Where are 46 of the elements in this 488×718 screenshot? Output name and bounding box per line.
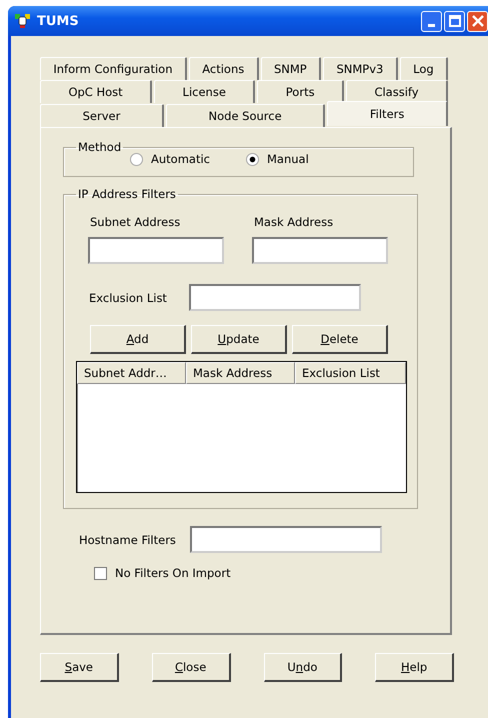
tab[interactable]: Server	[40, 104, 164, 127]
tab[interactable]: Node Source	[166, 104, 326, 127]
dialog-button[interactable]: Undo	[264, 653, 342, 682]
window-title: TUMS	[37, 14, 80, 28]
dialog-button[interactable]: Close	[152, 653, 230, 682]
tab[interactable]: Classify	[346, 80, 448, 103]
tab[interactable]: License	[154, 80, 256, 103]
column-header[interactable]: Subnet Addr…	[77, 362, 186, 384]
minimize-button[interactable]	[421, 10, 442, 32]
radio-button[interactable]	[246, 152, 259, 166]
group-title: IP Address Filters	[77, 187, 177, 201]
app-icon	[14, 13, 32, 29]
tab[interactable]: Actions	[188, 57, 259, 80]
radio-option[interactable]: Manual	[246, 152, 309, 166]
action-button[interactable]: Delete	[292, 325, 388, 354]
checkbox-option[interactable]: No Filters On Import	[63, 566, 414, 580]
checkbox[interactable]	[94, 566, 107, 580]
tab[interactable]: Log	[400, 57, 448, 80]
column-header[interactable]: Mask Address	[186, 362, 295, 384]
tab[interactable]: OpC Host	[40, 80, 152, 103]
close-icon	[472, 15, 484, 27]
input-field[interactable]	[88, 237, 224, 264]
field-label: Hostname Filters	[78, 532, 176, 546]
field-label: Mask Address	[253, 215, 334, 229]
maximize-icon	[448, 15, 460, 27]
tab[interactable]: SNMPv3	[323, 57, 398, 80]
minimize-icon	[428, 24, 435, 26]
action-button[interactable]: Add	[90, 325, 186, 354]
input-field[interactable]	[252, 237, 388, 264]
input-field[interactable]	[188, 284, 361, 311]
field-label: Exclusion List	[88, 290, 167, 304]
radio-option[interactable]: Automatic	[130, 152, 210, 166]
maximize-button[interactable]	[444, 10, 465, 32]
dialog-button[interactable]: Help	[375, 653, 454, 682]
tab[interactable]: SNMP	[260, 57, 322, 80]
tab[interactable]: Filters	[327, 101, 448, 126]
tab[interactable]: Ports	[257, 80, 344, 103]
dialog-button[interactable]: Save	[40, 653, 119, 682]
group-title: Method	[77, 140, 122, 154]
tab[interactable]: Inform Configuration	[40, 57, 187, 80]
action-button[interactable]: Update	[191, 325, 287, 354]
input-field[interactable]	[190, 526, 382, 553]
close-button[interactable]	[467, 10, 488, 32]
radio-button[interactable]	[130, 152, 143, 166]
field-label: Subnet Address	[89, 215, 182, 229]
column-header[interactable]: Exclusion List	[295, 362, 406, 384]
